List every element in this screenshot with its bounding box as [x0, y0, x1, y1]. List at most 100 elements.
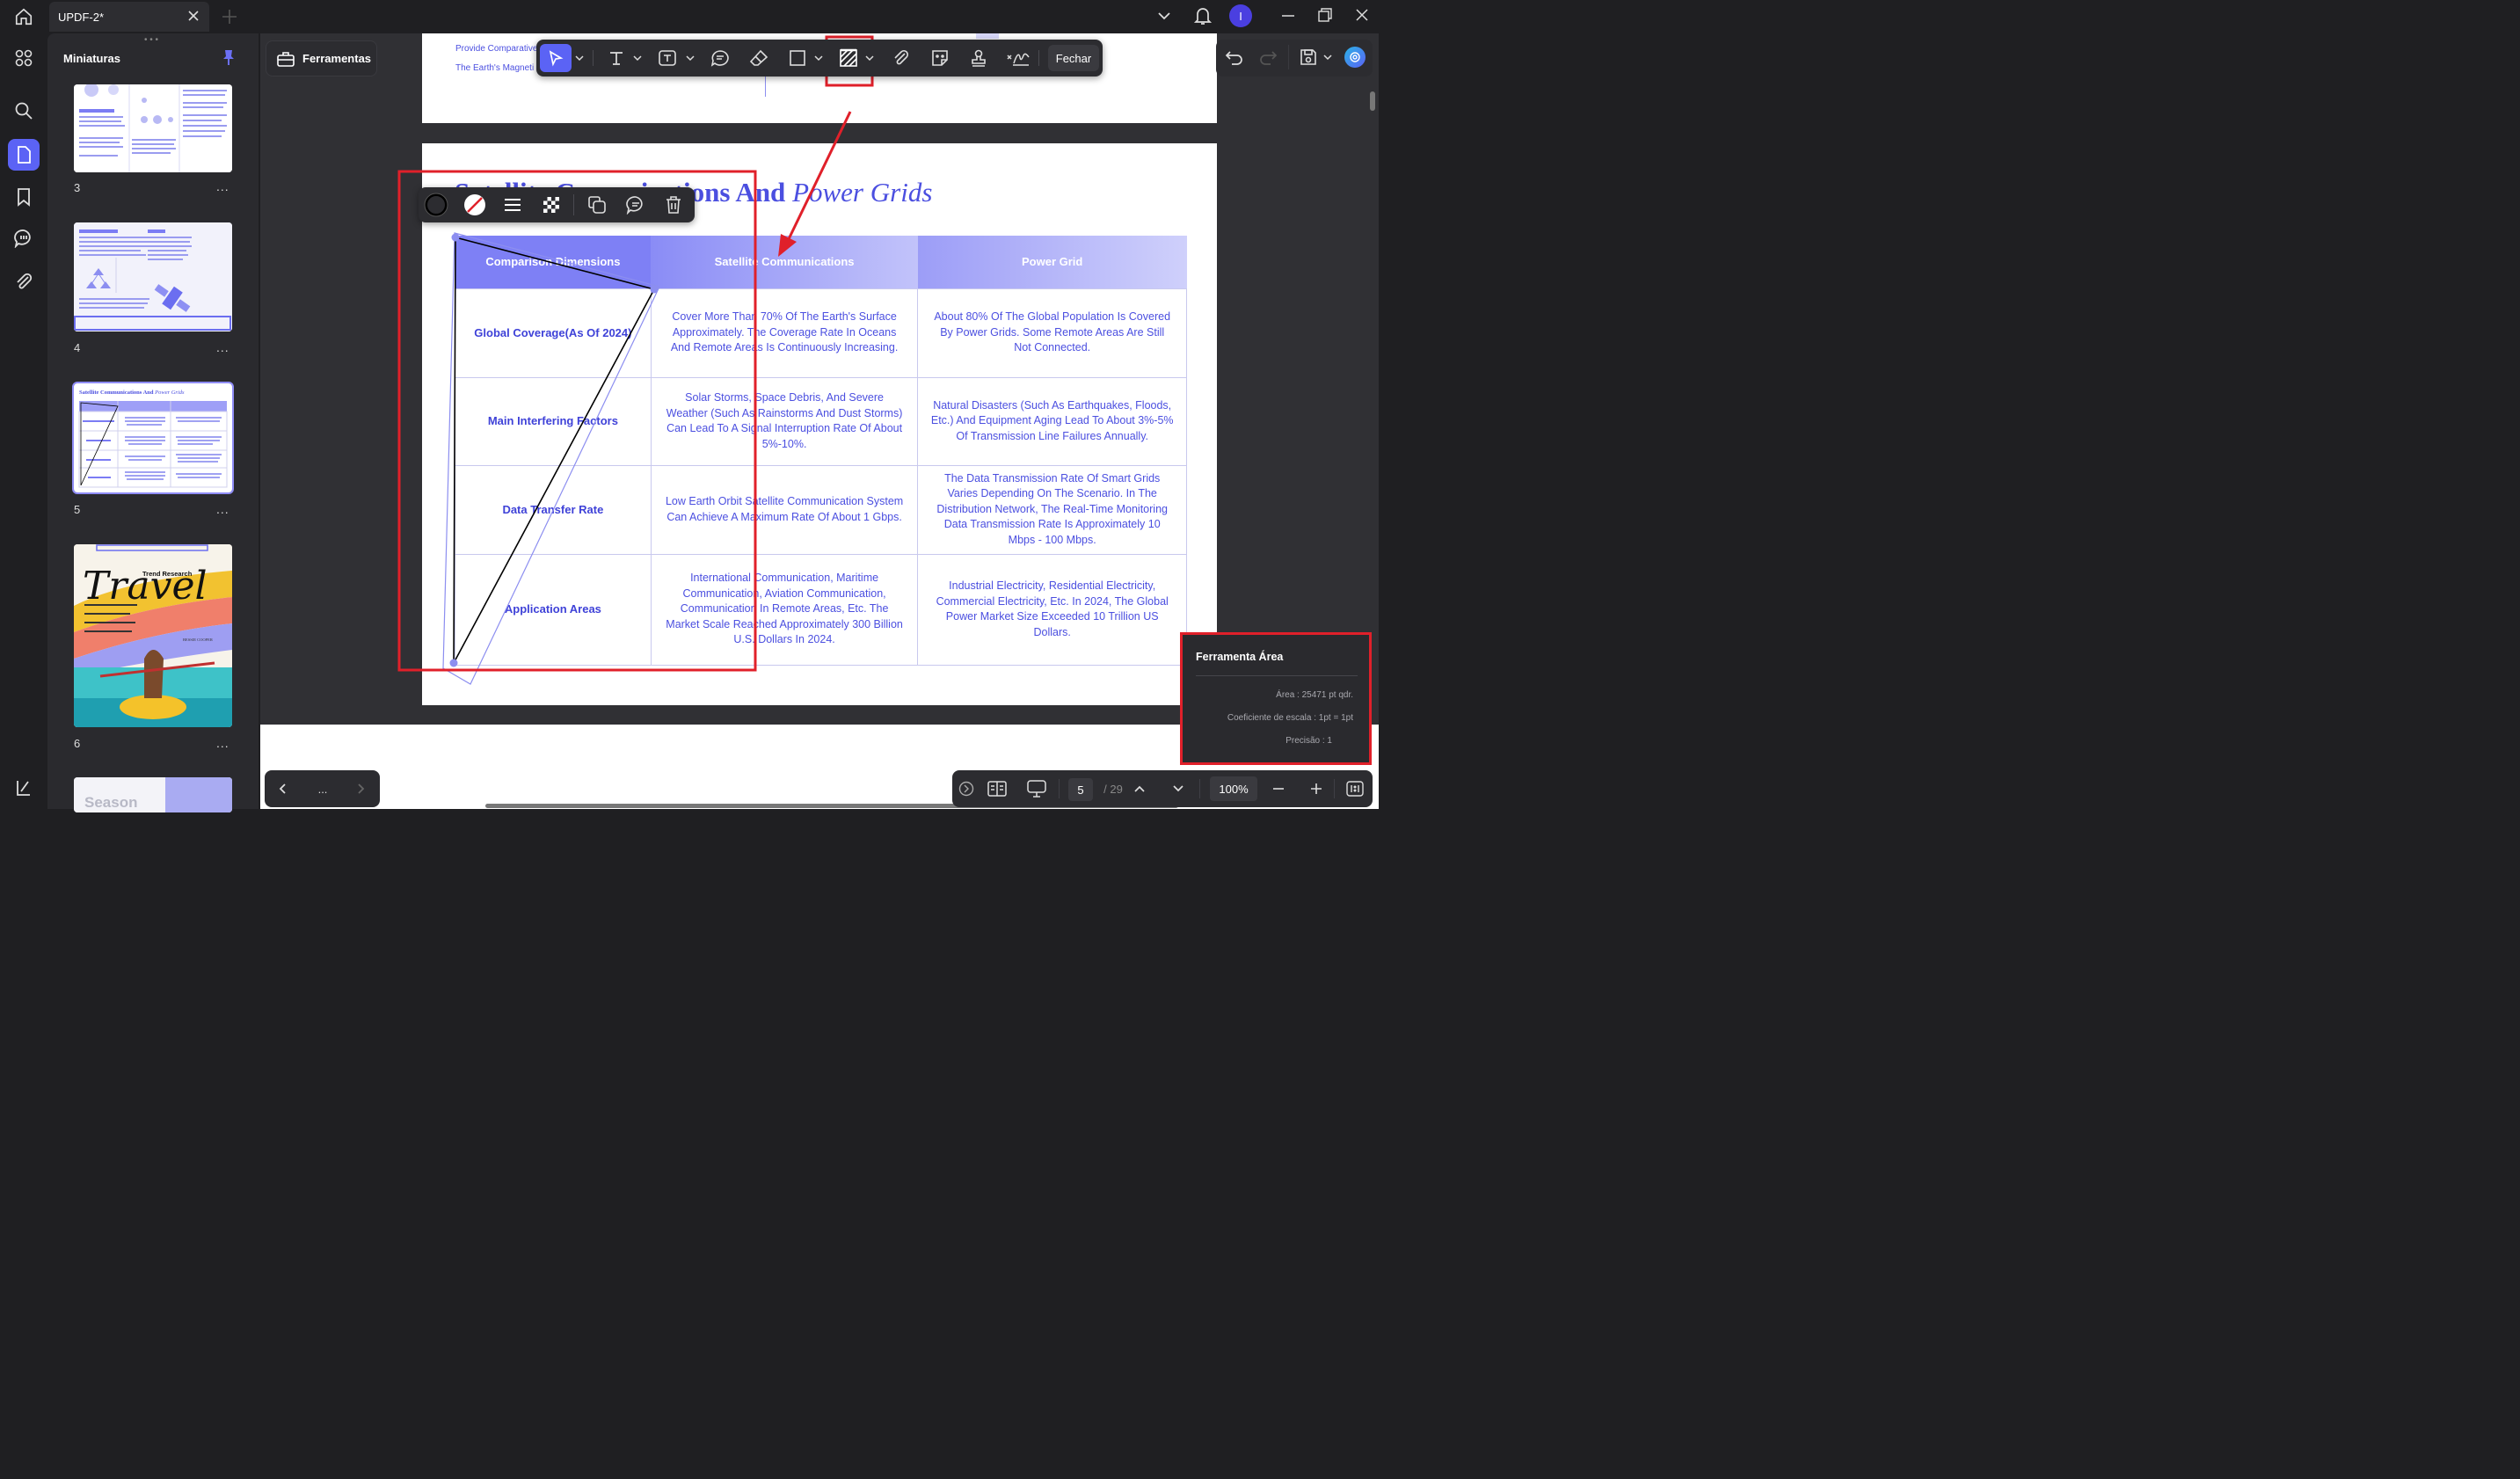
sticker-icon[interactable]: [927, 44, 953, 72]
power-grid-cell: Industrial Electricity, Residential Elec…: [917, 553, 1187, 666]
thumbnail-page-6[interactable]: Travel Trend Research BESSIE COOPER: [74, 544, 232, 727]
thumb-6-subtitle: Trend Research: [142, 570, 193, 578]
stamp-icon[interactable]: [965, 44, 992, 72]
restore-icon[interactable]: [1317, 7, 1333, 23]
paperclip-icon[interactable]: [888, 44, 914, 72]
zoom-out-icon[interactable]: [1269, 770, 1288, 807]
thumbnail-more-button[interactable]: ...: [216, 502, 229, 516]
area-measure-icon[interactable]: [835, 44, 862, 72]
trash-icon[interactable]: [665, 195, 682, 215]
area-value: Área : 25471 pt qdr.: [1276, 690, 1353, 700]
textbox-icon[interactable]: [654, 44, 681, 72]
close-icon[interactable]: [186, 9, 200, 23]
redo-icon[interactable]: [1258, 47, 1278, 67]
pages-icon[interactable]: [8, 139, 40, 171]
text-icon[interactable]: [603, 44, 630, 72]
eraser-icon[interactable]: [746, 44, 772, 72]
tools-button[interactable]: Ferramentas: [266, 40, 377, 76]
zoom-level[interactable]: 100%: [1210, 776, 1257, 801]
comment-toolbar: Fechar: [536, 40, 1103, 76]
thumbnail-number: 5: [74, 503, 81, 516]
comment-icon[interactable]: [8, 222, 40, 254]
thumbnail-page-4[interactable]: [74, 222, 232, 332]
page-layout-icon[interactable]: [986, 770, 1009, 807]
power-grid-cell: Natural Disasters (Such As Earthquakes, …: [917, 376, 1187, 466]
thumbnail-page-3[interactable]: [74, 84, 232, 172]
fill-color-icon[interactable]: [462, 193, 487, 217]
chevron-up-icon[interactable]: [1130, 770, 1149, 807]
home-icon[interactable]: [7, 1, 40, 33]
row-label: Global Coverage(As Of 2024): [455, 288, 652, 378]
cursor-icon[interactable]: [540, 44, 572, 72]
power-grid-cell: About 80% Of The Global Population Is Co…: [917, 288, 1187, 378]
chevron-down-icon[interactable]: [863, 44, 876, 72]
chevron-down-icon[interactable]: [1155, 9, 1173, 23]
total-pages: / 29: [1103, 782, 1123, 796]
table-header: Satellite Communications: [651, 236, 918, 288]
title-italic: Power Grids: [792, 177, 933, 208]
zoom-in-icon[interactable]: [1307, 770, 1326, 807]
history-toolbar: [1216, 40, 1373, 76]
comment-icon[interactable]: [626, 195, 645, 215]
satellite-cell: International Communication, Maritime Co…: [650, 553, 919, 666]
ai-icon[interactable]: [1344, 47, 1366, 68]
rectangle-icon[interactable]: [784, 44, 811, 72]
table-row: Data Transfer Rate Low Earth Orbit Satel…: [455, 464, 1187, 555]
grid-icon[interactable]: [8, 42, 40, 74]
save-icon[interactable]: [1299, 47, 1318, 67]
chevron-right-icon[interactable]: [349, 770, 372, 807]
chevron-down-icon[interactable]: [812, 44, 825, 72]
undo-icon[interactable]: [1225, 47, 1244, 67]
satellite-cell: Solar Storms, Space Debris, And Severe W…: [650, 376, 919, 466]
thumb-7-title: Season: [84, 794, 137, 811]
close-toolbar-button[interactable]: Fechar: [1048, 45, 1099, 71]
search-icon[interactable]: [8, 95, 40, 127]
attachment-icon[interactable]: [8, 266, 40, 297]
bell-icon[interactable]: [1193, 5, 1213, 26]
page-nav-right: 5 / 29 100%: [952, 770, 1373, 807]
more-button[interactable]: ...: [310, 770, 335, 807]
thumbnail-more-button[interactable]: ...: [216, 179, 229, 193]
chevron-left-icon[interactable]: [272, 770, 295, 807]
drag-handle[interactable]: • • •: [144, 35, 158, 45]
chevron-down-icon[interactable]: [631, 44, 644, 72]
product-icon[interactable]: [8, 772, 40, 804]
document-tab[interactable]: UPDF-2*: [49, 2, 209, 32]
divider: [1196, 675, 1358, 676]
plus-icon[interactable]: [218, 5, 241, 28]
minimize-icon[interactable]: [1280, 9, 1296, 23]
vertical-scrollbar[interactable]: [1370, 91, 1375, 111]
chevron-down-icon[interactable]: [1323, 54, 1332, 61]
line-width-icon[interactable]: [503, 195, 522, 215]
thumbnail-page-5[interactable]: Satellite Communications And Power Grids: [72, 382, 234, 494]
opacity-icon[interactable]: [542, 195, 561, 215]
window-close-icon[interactable]: [1354, 7, 1370, 23]
page-number-input[interactable]: 5: [1068, 778, 1093, 801]
thumbnail-page-7[interactable]: Season: [74, 777, 232, 812]
scale-value: Coeficiente de escala : 1pt = 1pt: [1227, 713, 1353, 723]
power-grid-cell: The Data Transmission Rate Of Smart Grid…: [917, 464, 1187, 555]
shape-properties-toolbar: [419, 187, 695, 222]
satellite-cell: Cover More Than 70% Of The Earth's Surfa…: [650, 288, 919, 378]
area-panel-title: Ferramenta Área: [1196, 651, 1284, 663]
thumbnail-more-button[interactable]: ...: [216, 736, 229, 750]
presentation-icon[interactable]: [1024, 770, 1049, 807]
row-label: Data Transfer Rate: [455, 464, 652, 555]
thumbnails-panel: • • • Miniaturas 3 ... 4 ... Satellite C…: [47, 33, 259, 812]
avatar[interactable]: I: [1229, 4, 1252, 27]
thumbnail-number: 3: [74, 181, 81, 194]
duplicate-icon[interactable]: [587, 195, 607, 215]
bookmark-icon[interactable]: [8, 181, 40, 213]
note-icon[interactable]: [707, 44, 733, 72]
pin-icon[interactable]: [222, 48, 236, 66]
signature-icon[interactable]: [1004, 44, 1032, 72]
border-color-icon[interactable]: [424, 193, 448, 217]
panel-title: Miniaturas: [63, 52, 121, 65]
chevron-down-icon[interactable]: [573, 44, 586, 72]
page-nav-left: ...: [265, 770, 380, 807]
expand-icon[interactable]: [958, 770, 975, 807]
chevron-down-icon[interactable]: [1169, 770, 1188, 807]
chevron-down-icon[interactable]: [684, 44, 696, 72]
actual-size-icon[interactable]: [1344, 770, 1366, 807]
thumbnail-more-button[interactable]: ...: [216, 340, 229, 354]
